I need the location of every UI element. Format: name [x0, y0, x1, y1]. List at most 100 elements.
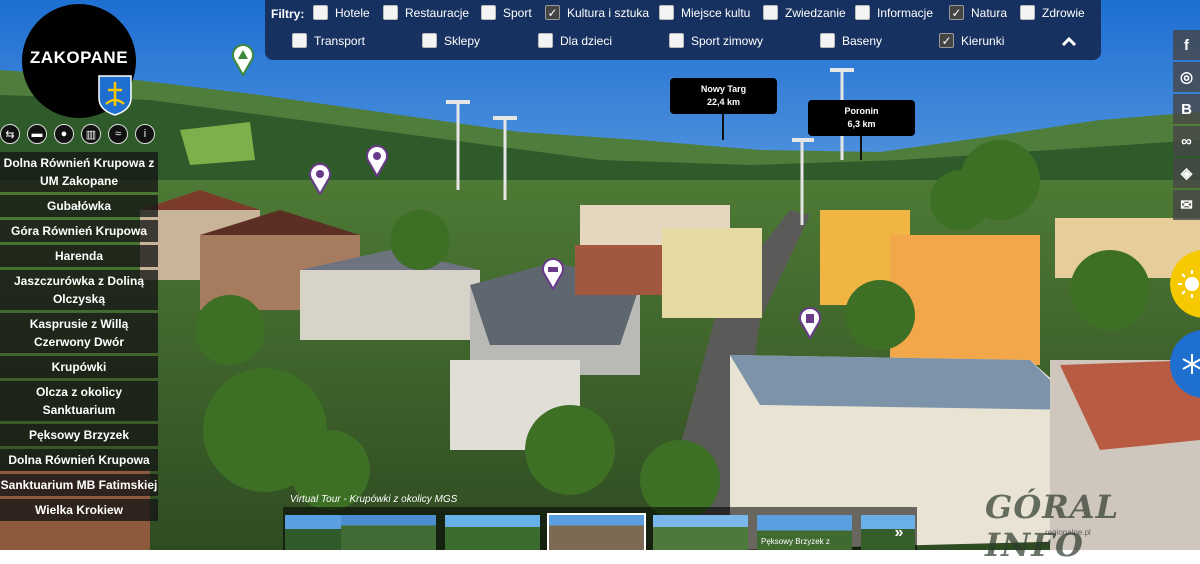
tour-thumbnail[interactable]	[653, 515, 748, 550]
filter-miejsce-kultu[interactable]: Miejsce kultu	[659, 5, 750, 20]
mail-icon[interactable]: ✉	[1173, 190, 1200, 220]
filter-item-label: Sport zimowy	[691, 33, 764, 48]
location-list: Dolna Równień Krupowa z UM Zakopane Guba…	[0, 152, 158, 524]
filter-item-label: Miejsce kultu	[681, 5, 751, 20]
location-item[interactable]: Pęksowy Brzyzek	[0, 424, 158, 446]
location-item[interactable]: Góra Równień Krupowa	[0, 220, 158, 242]
zakopane-crest-icon	[98, 75, 132, 116]
culture-pin-icon-2[interactable]	[366, 145, 388, 177]
filter-sport[interactable]: Sport	[481, 5, 532, 20]
location-item[interactable]: Olcza z okolicy Sanktuarium	[0, 381, 158, 421]
filter-transport[interactable]: Transport	[292, 33, 365, 48]
filter-hotele[interactable]: Hotele	[313, 5, 370, 20]
filter-checkbox[interactable]: ✓	[949, 5, 964, 20]
next-arrow-icon[interactable]: »	[885, 519, 913, 547]
bed-icon[interactable]: ▬	[27, 124, 47, 144]
parking-pin-icon[interactable]	[799, 307, 821, 339]
thumbnail-label: Pęksowy Brzyzek z	[761, 537, 830, 546]
callout-distance: 6,3 km	[847, 119, 876, 129]
location-item[interactable]: Wielka Krokiew	[0, 499, 158, 521]
filter-checkbox[interactable]: ✓	[545, 5, 560, 20]
filter-checkbox[interactable]	[313, 5, 328, 20]
location-item[interactable]: Jaszczurówka z Doliną Olczyską	[0, 270, 158, 310]
filter-checkbox[interactable]	[855, 5, 870, 20]
filter-checkbox[interactable]	[669, 33, 684, 48]
location-item[interactable]: Dolna Równień Krupowa	[0, 449, 158, 471]
location-item[interactable]: Dolna Równień Krupowa z UM Zakopane	[0, 152, 158, 192]
filter-item-label: Sport	[503, 5, 532, 20]
filter-baseny[interactable]: Baseny	[820, 33, 882, 48]
filter-item-label: Kierunki	[961, 33, 1005, 48]
museum-icon[interactable]: ▥	[81, 124, 101, 144]
filter-sklepy[interactable]: Sklepy	[422, 33, 480, 48]
tour-thumbnail-selected[interactable]	[547, 513, 646, 552]
chevron-up-icon[interactable]	[1059, 33, 1079, 51]
filter-item-label: Sklepy	[444, 33, 481, 48]
callout-stem	[722, 114, 724, 140]
callout-name: Nowy Targ	[700, 84, 747, 94]
filter-checkbox[interactable]	[538, 33, 553, 48]
filter-checkbox[interactable]	[481, 5, 496, 20]
hotel-pin-icon[interactable]	[542, 258, 564, 290]
location-item[interactable]: Gubałówka	[0, 195, 158, 217]
filter-zwiedzanie[interactable]: Zwiedzanie	[763, 5, 846, 20]
filter-checkbox[interactable]	[422, 33, 437, 48]
info-icon[interactable]: i	[135, 124, 155, 144]
swim-icon[interactable]: ≈	[108, 124, 128, 144]
filter-checkbox[interactable]	[292, 33, 307, 48]
filter-dla-dzieci[interactable]: Dla dzieci	[538, 33, 612, 48]
callout-poronin[interactable]: Poronin 6,3 km	[808, 100, 915, 136]
filter-zdrowie[interactable]: Zdrowie	[1020, 5, 1085, 20]
food-icon[interactable]: ●	[54, 124, 74, 144]
filter-checkbox[interactable]	[763, 5, 778, 20]
info-glyph: i	[143, 128, 147, 140]
filter-natura[interactable]: ✓ Natura	[949, 5, 1007, 20]
blog-icon[interactable]: B	[1173, 94, 1200, 124]
filter-checkbox[interactable]: ✓	[939, 33, 954, 48]
filter-kierunki[interactable]: ✓ Kierunki	[939, 33, 1004, 48]
callout-distance: 22,4 km	[706, 97, 741, 107]
location-item[interactable]: Sanktuarium MB Fatimskiej	[0, 474, 158, 496]
map-glyph: ◈	[1180, 165, 1193, 182]
instagram-icon[interactable]: ◎	[1173, 62, 1200, 92]
tour-thumbnail[interactable]	[341, 515, 436, 550]
filter-bar: Filtry: Hotele Restauracje Sport ✓ Kultur…	[265, 0, 1101, 60]
tripadvisor-icon[interactable]: ∞	[1173, 126, 1200, 156]
filter-label: Filtry:	[271, 7, 305, 21]
filter-checkbox[interactable]	[1020, 5, 1035, 20]
signpost-icon[interactable]: ⇆	[0, 124, 20, 144]
filter-restauracje[interactable]: Restauracje	[383, 5, 469, 20]
instagram-glyph: ◎	[1179, 69, 1194, 86]
thumbnail-strip: « Pęksowy Brzyzek z »	[283, 507, 917, 552]
watermark-subtext: regionalne.pl	[1045, 528, 1091, 537]
bed-glyph: ▬	[31, 128, 43, 140]
filter-item-label: Restauracje	[405, 5, 470, 20]
tour-caption: Virtual Tour - Krupówki z okolicy MGS	[290, 494, 458, 505]
callout-stem	[860, 136, 862, 160]
logo-text: ZAKOPANE	[29, 48, 129, 67]
panorama-background[interactable]	[0, 0, 1200, 550]
filter-checkbox[interactable]	[383, 5, 398, 20]
location-item[interactable]: Krupówki	[0, 356, 158, 378]
goral-info-watermark: GÓRAL INFO	[985, 488, 1120, 564]
location-item[interactable]: Kasprusie z Willą Czerwony Dwór	[0, 313, 158, 353]
filter-checkbox[interactable]	[659, 5, 674, 20]
facebook-icon[interactable]: f	[1173, 30, 1200, 60]
food-glyph: ●	[60, 128, 68, 140]
callout-nowy-targ[interactable]: Nowy Targ 22,4 km	[670, 78, 777, 114]
filter-item-label: Dla dzieci	[560, 33, 613, 48]
blog-glyph: B	[1181, 100, 1192, 118]
map-icon[interactable]: ◈	[1173, 158, 1200, 188]
filter-item-label: Hotele	[335, 5, 370, 20]
culture-pin-icon[interactable]	[309, 163, 331, 195]
callout-name: Poronin	[844, 106, 879, 116]
filter-sport-zimowy[interactable]: Sport zimowy	[669, 33, 763, 48]
filter-checkbox[interactable]	[820, 33, 835, 48]
filter-informacje[interactable]: Informacje	[855, 5, 933, 20]
location-item[interactable]: Harenda	[0, 245, 158, 267]
nature-pin-icon[interactable]	[232, 44, 254, 76]
tour-thumbnail[interactable]	[445, 515, 540, 550]
mail-glyph: ✉	[1180, 197, 1193, 214]
tour-thumbnail[interactable]: Pęksowy Brzyzek z	[757, 515, 852, 550]
filter-kultura[interactable]: ✓ Kultura i sztuka	[545, 5, 649, 20]
